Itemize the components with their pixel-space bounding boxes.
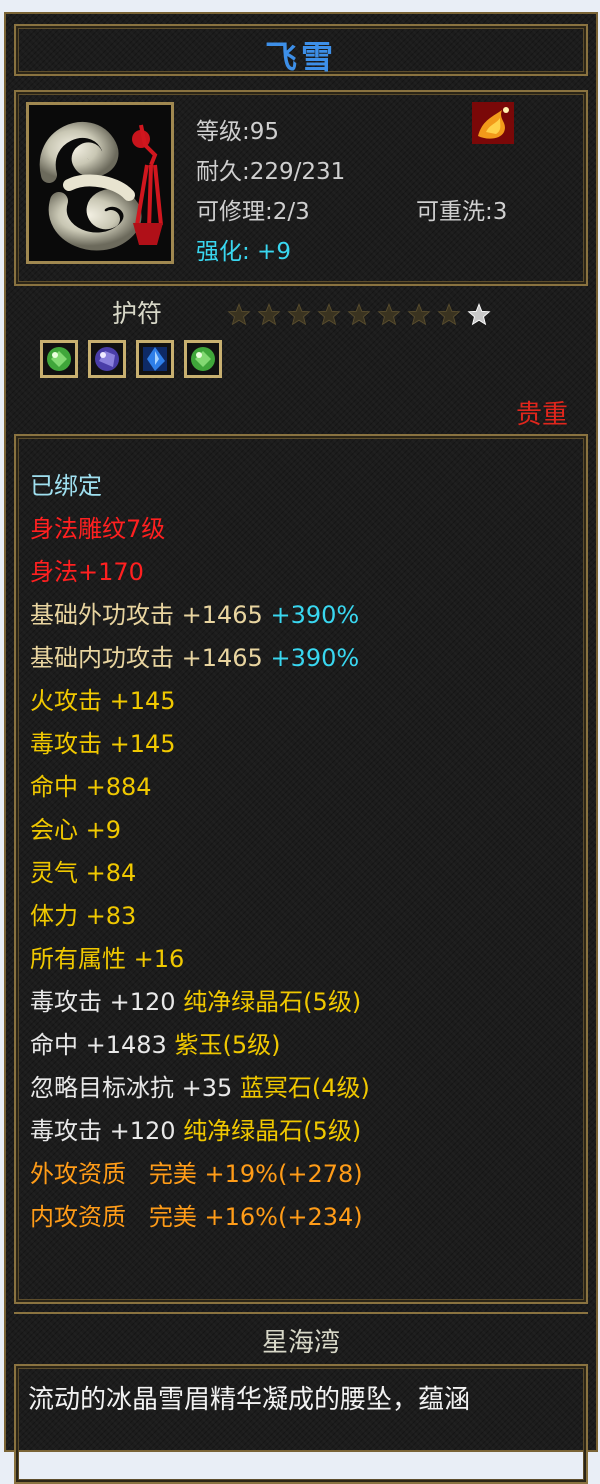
repairable-stat: 可修理:2/3 (196, 199, 310, 225)
crit-attr: 会心 +9 (30, 816, 122, 844)
level-stat: 等级:95 (196, 119, 280, 145)
location-bar: 星海湾 (14, 1312, 588, 1362)
agility-attr: 身法+170 (30, 558, 144, 586)
green-crystal-gem-icon[interactable] (184, 340, 222, 378)
bound-status: 已绑定 (30, 472, 102, 500)
gem-attr-3: 忽略目标冰抗 +35 蓝冥石(4级) (30, 1074, 370, 1102)
star-icon (436, 302, 462, 328)
item-tooltip: 飞雪 等级:95 耐久:229/231 可修理:2/3 可重洗:3 强化: +9… (4, 12, 598, 1484)
item-info-panel: 等级:95 耐久:229/231 可修理:2/3 可重洗:3 强化: +9 (14, 90, 588, 286)
fire-phoenix-icon (472, 102, 514, 144)
purple-jade-gem-icon[interactable] (88, 340, 126, 378)
ext-attack-attr: 基础外功攻击 +1465 +390% (30, 601, 360, 629)
location-label: 星海湾 (261, 1328, 340, 1358)
slot-panel: 护符 贵重 (14, 290, 588, 442)
int-aptitude-attr: 内攻资质 完美 +16%(+234) (30, 1203, 363, 1231)
gem-attr-1: 毒攻击 +120 纯净绿晶石(5级) (30, 988, 362, 1016)
jade-pendant-icon[interactable] (26, 102, 174, 264)
item-description: 流动的冰晶雪眉精华凝成的腰坠，蕴涵 (28, 1385, 471, 1415)
all-attr: 所有属性 +16 (30, 945, 185, 973)
ext-aptitude-attr: 外攻资质 完美 +19%(+278) (30, 1160, 363, 1188)
star-icon (316, 302, 342, 328)
fire-attack-attr: 火攻击 +145 (30, 687, 176, 715)
gem-attr-2: 命中 +1483 紫玉(5级) (30, 1031, 281, 1059)
star-icon (466, 302, 492, 328)
quality-label: 贵重 (515, 400, 568, 430)
engrave-attr: 身法雕纹7级 (30, 515, 166, 543)
description-panel: 流动的冰晶雪眉精华凝成的腰坠，蕴涵 (14, 1364, 588, 1484)
enhance-stat: 强化: +9 (196, 239, 291, 265)
spirit-attr: 灵气 +84 (30, 859, 137, 887)
slot-type-label: 护符 (112, 299, 163, 328)
hit-attr: 命中 +884 (30, 773, 152, 801)
stamina-attr: 体力 +83 (30, 902, 137, 930)
green-crystal-gem-icon[interactable] (40, 340, 78, 378)
attributes-panel: 已绑定 身法雕纹7级 身法+170 基础外功攻击 +1465 +390% 基础内… (14, 434, 588, 1304)
star-icon (226, 302, 252, 328)
poison-attack-attr: 毒攻击 +145 (30, 730, 176, 758)
star-icon (256, 302, 282, 328)
star-icon (406, 302, 432, 328)
title-bar: 飞雪 (14, 24, 588, 76)
star-icon (286, 302, 312, 328)
rewash-stat: 可重洗:3 (416, 199, 508, 225)
item-name: 飞雪 (264, 38, 337, 76)
blue-crystal-gem-icon[interactable] (136, 340, 174, 378)
star-icon (346, 302, 372, 328)
star-icon (376, 302, 402, 328)
int-attack-attr: 基础内功攻击 +1465 +390% (30, 644, 360, 672)
gem-attr-4: 毒攻击 +120 纯净绿晶石(5级) (30, 1117, 362, 1145)
durability-stat: 耐久:229/231 (196, 159, 346, 185)
